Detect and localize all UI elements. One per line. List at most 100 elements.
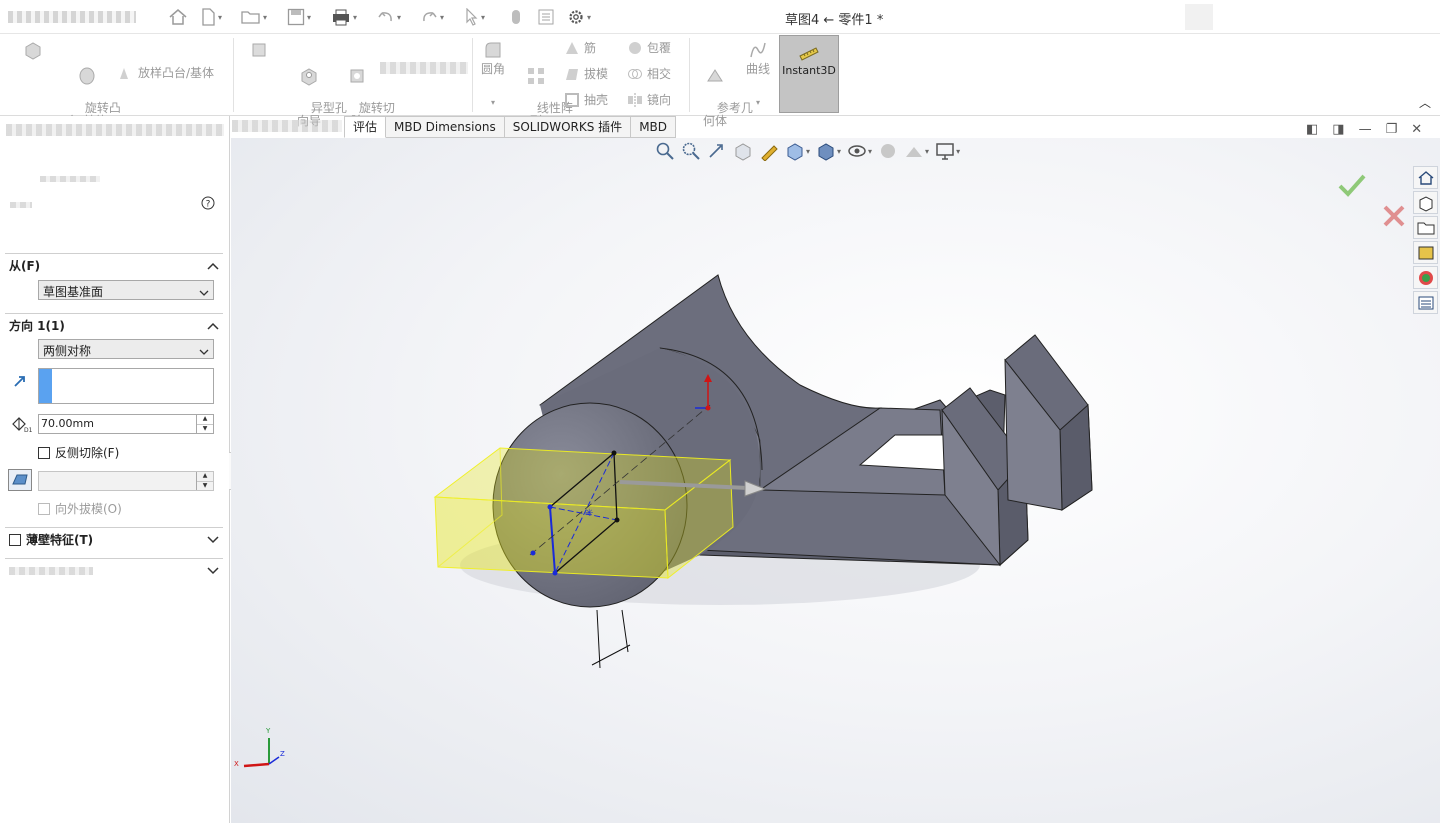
part-model[interactable]: ✳ [231,138,1440,823]
curves-button[interactable]: 曲线 ▾ [740,40,776,109]
view-palette-icon[interactable] [1413,241,1438,264]
tab-mbd-dimensions[interactable]: MBD Dimensions [386,116,505,138]
svg-text:?: ? [206,200,211,210]
draft-angle-input[interactable]: ▲ ▼ [38,471,214,491]
save-icon[interactable]: ▾ [287,6,311,28]
draft-outward-checkbox[interactable]: 向外拔模(O) [38,500,122,517]
print-icon[interactable]: ▾ [331,6,357,28]
solidworks-menu-button[interactable] [8,6,136,28]
draft-label: 拔模 [584,67,609,81]
help-icon[interactable]: ? [201,196,215,213]
document-window-controls: ◧ ◨ — ❐ ✕ [1306,122,1422,137]
intersect-button[interactable]: 相交 [627,65,671,82]
appearances-icon[interactable] [1413,266,1438,289]
tab-mbd[interactable]: MBD [631,116,677,138]
thin-feature-section-header[interactable]: 薄壁特征(T) [5,527,223,551]
heads-up-view-toolbar: ▾ ▾ ▾ ▾ ▾ [655,141,960,162]
tab-solidworks-addins[interactable]: SOLIDWORKS 插件 [504,116,632,138]
display-style-icon[interactable] [816,141,836,161]
direction1-section-title: 方向 1(1) [9,319,65,333]
view-settings-icon[interactable] [935,141,955,161]
linear-pattern-icon [526,66,546,86]
curves-icon [748,40,768,60]
shell-button[interactable]: 抽壳 [564,91,608,108]
end-condition-select[interactable]: 两侧对称 [38,339,214,359]
spin-up-icon[interactable]: ▲ [197,415,213,425]
section-view-icon[interactable] [733,141,753,161]
spin-down-icon[interactable]: ▼ [197,482,213,491]
reference-geometry-icon [705,66,725,86]
reverse-direction-arrow-icon[interactable] [12,373,28,392]
svg-text:D1: D1 [24,427,32,434]
hide-show-items-icon[interactable] [847,141,867,161]
solidworks-resources-icon[interactable] [1413,166,1438,189]
start-condition-value: 草图基准面 [43,285,104,299]
view-orientation-icon[interactable] [785,141,805,161]
thin-feature-title: 薄壁特征(T) [26,533,94,547]
mirror-button[interactable]: 镜向 [627,91,671,108]
document-title: 草图4 ← 零件1 * [785,13,884,28]
fillet-button[interactable]: 圆角 ▾ [476,40,510,109]
collapse-chevron-icon[interactable] [207,259,219,273]
select-arrow-icon[interactable]: ▾ [465,6,485,28]
restore-icon[interactable]: ❐ [1386,122,1398,137]
zoom-to-area-icon[interactable] [681,141,701,161]
flip-side-to-cut-checkbox[interactable]: 反侧切除(F) [38,444,119,461]
file-properties-icon[interactable] [537,6,555,28]
start-condition-select[interactable]: 草图基准面 [38,280,214,300]
redo-icon[interactable]: ▾ [420,6,444,28]
draft-toggle-button[interactable] [8,469,32,491]
intersect-label: 相交 [647,67,672,81]
open-folder-icon[interactable]: ▾ [241,6,267,28]
wrap-button[interactable]: 包覆 [627,39,671,56]
spin-down-icon[interactable]: ▼ [197,425,213,434]
ok-checkmark-icon[interactable] [1337,172,1367,201]
edit-appearance-icon[interactable] [878,141,898,161]
close-icon[interactable]: ✕ [1411,122,1422,137]
minimize-icon[interactable]: — [1359,122,1372,137]
shell-icon [564,92,580,108]
tile-right-icon[interactable]: ◨ [1332,122,1344,137]
hole-wizard-icon [299,66,319,86]
collapse-chevron-icon[interactable] [207,319,219,333]
depth-input[interactable]: 70.00mm ▲ ▼ [38,414,214,434]
collapse-ribbon-chevron-icon[interactable]: ︿ [1419,94,1431,111]
lofted-boss-label: 放样凸台/基体 [138,66,215,80]
file-explorer-icon[interactable] [1413,216,1438,239]
from-section-header[interactable]: 从(F) [5,253,223,277]
undo-icon[interactable]: ▾ [377,6,401,28]
selected-contours-section-header[interactable] [5,558,223,582]
tile-left-icon[interactable]: ◧ [1306,122,1318,137]
extruded-cut-button[interactable] [248,40,270,63]
expand-chevron-icon[interactable] [207,533,219,547]
zoom-to-fit-icon[interactable] [655,141,675,161]
rib-button[interactable]: 筋 [564,39,596,56]
tab-evaluate[interactable]: 评估 [344,116,387,138]
previous-view-icon[interactable] [707,141,727,161]
new-file-icon[interactable]: ▾ [200,6,222,28]
options-gear-icon[interactable]: ▾ [567,6,591,28]
command-manager-ribbon: 旋转凸 台/基体 放样凸台/基体 异型孔 向导 ▾ 旋转切 除 圆角 ▾ 线性阵 [0,34,1440,158]
apply-scene-icon[interactable] [904,141,924,161]
extruded-boss-button[interactable] [18,40,48,63]
spin-up-icon[interactable]: ▲ [197,472,213,482]
thin-feature-checkbox[interactable]: 薄壁特征(T) [9,531,93,548]
flip-side-to-cut-label: 反侧切除(F) [55,446,120,460]
draft-button[interactable]: 拔模 [564,65,608,82]
design-library-icon[interactable] [1413,191,1438,214]
shell-label: 抽壳 [584,93,609,107]
rebuild-icon[interactable] [510,6,522,28]
svg-text:✳: ✳ [585,508,593,519]
cancel-x-icon[interactable] [1381,203,1407,232]
command-tabs: 评估 MBD Dimensions SOLIDWORKS 插件 MBD [344,116,677,138]
direction1-section-header[interactable]: 方向 1(1) [5,313,223,337]
home-icon[interactable] [168,6,188,28]
custom-properties-icon[interactable] [1413,291,1438,314]
instant3d-button[interactable]: Instant3D [779,35,839,113]
wrap-label: 包覆 [647,41,672,55]
direction-selection-box[interactable] [38,368,214,404]
lofted-boss-button[interactable]: 放样凸台/基体 [118,64,214,81]
expand-chevron-icon[interactable] [207,564,219,578]
dynamic-annotation-icon[interactable] [759,141,779,162]
search-area[interactable] [1185,4,1213,30]
